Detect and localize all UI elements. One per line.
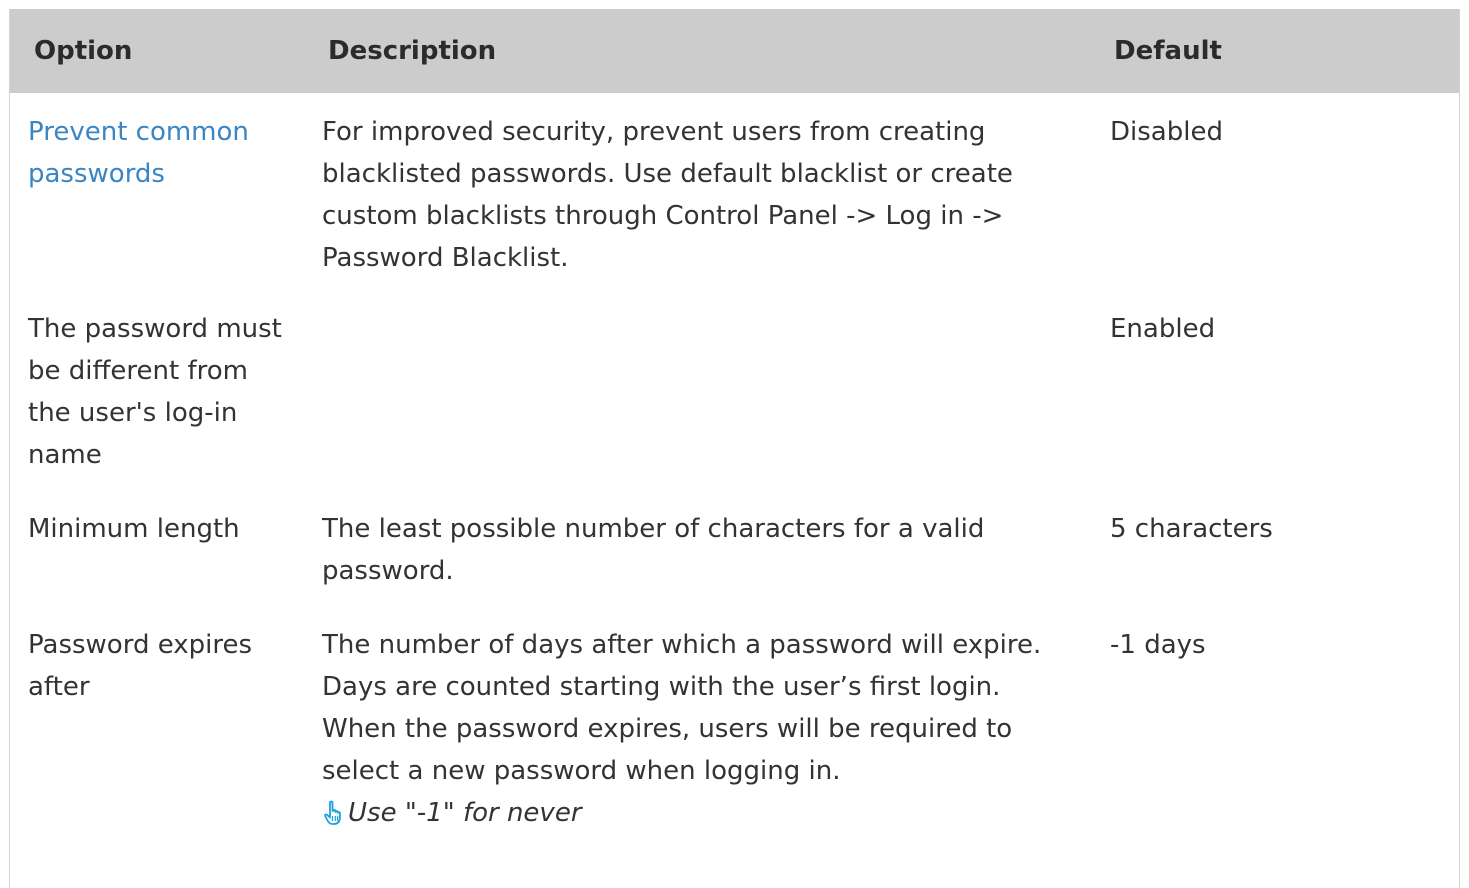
usage-note: Use "-1" for never — [322, 792, 1078, 834]
option-text: Minimum length — [28, 514, 240, 544]
description-text: For improved security, prevent users fro… — [322, 117, 1013, 273]
description-text: The number of days after which a passwor… — [322, 630, 1042, 786]
description-text: The least possible number of characters … — [322, 514, 985, 586]
option-cell: Prevent common passwords — [10, 93, 304, 292]
header-default: Default — [1092, 9, 1459, 93]
default-cell: Enabled — [1092, 292, 1459, 492]
description-cell: The number of days after which a passwor… — [304, 608, 1092, 834]
options-table-container: Option Description Default Prevent commo… — [9, 9, 1460, 888]
options-table: Option Description Default Prevent commo… — [10, 9, 1459, 834]
note-text: Use "-1" for never — [348, 798, 582, 828]
header-option: Option — [10, 9, 304, 93]
option-cell: Minimum length — [10, 492, 304, 608]
description-cell: The least possible number of characters … — [304, 492, 1092, 608]
option-text: Password expires after — [28, 630, 253, 702]
description-cell — [304, 292, 1092, 492]
default-value: -1 days — [1110, 630, 1206, 660]
prevent-common-passwords-link[interactable]: Prevent common passwords — [28, 117, 249, 189]
default-cell: 5 characters — [1092, 492, 1459, 608]
default-cell: Disabled — [1092, 93, 1459, 292]
table-row: Prevent common passwords For improved se… — [10, 93, 1459, 292]
description-cell: For improved security, prevent users fro… — [304, 93, 1092, 292]
default-value: Enabled — [1110, 314, 1216, 344]
option-cell: Password expires after — [10, 608, 304, 834]
table-row: Password expires after The number of day… — [10, 608, 1459, 834]
option-cell: The password must be different from the … — [10, 292, 304, 492]
default-value: 5 characters — [1110, 514, 1273, 544]
option-text: The password must be different from the … — [28, 314, 282, 470]
table-header-row: Option Description Default — [10, 9, 1459, 93]
default-cell: -1 days — [1092, 608, 1459, 834]
table-row: Minimum length The least possible number… — [10, 492, 1459, 608]
header-description: Description — [304, 9, 1092, 93]
default-value: Disabled — [1110, 117, 1223, 147]
pointing-hand-icon — [324, 800, 341, 825]
table-row: The password must be different from the … — [10, 292, 1459, 492]
